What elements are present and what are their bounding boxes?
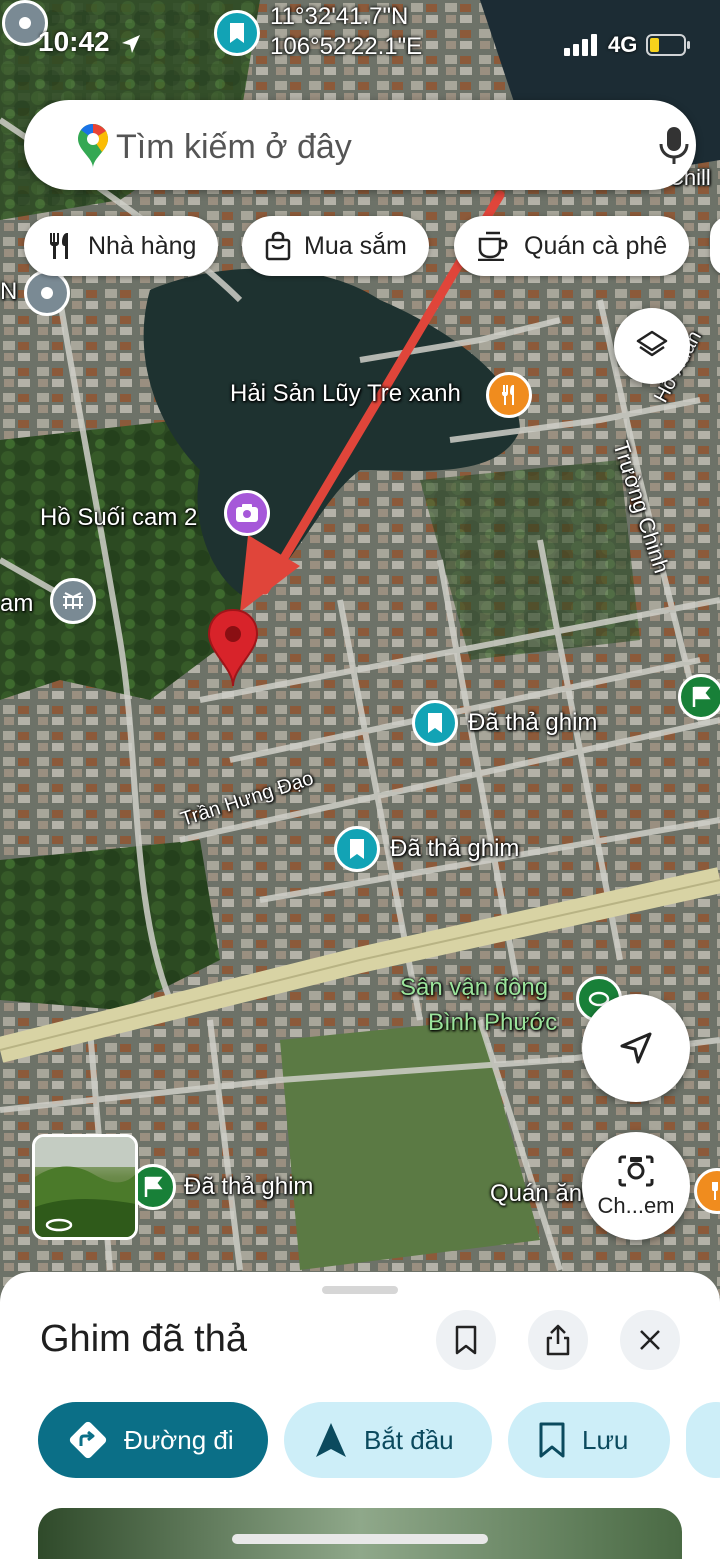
- poi-label-stadium-1[interactable]: Sân vận động: [400, 974, 548, 1002]
- my-location-button[interactable]: [582, 994, 690, 1102]
- share-button[interactable]: [528, 1310, 588, 1370]
- bookmark-icon: [455, 1325, 477, 1355]
- chip-restaurants[interactable]: Nhà hàng: [24, 216, 219, 276]
- layers-button[interactable]: [614, 308, 690, 384]
- coffee-cup-icon: [478, 231, 508, 261]
- poi-label-lake[interactable]: Hồ Suối cam 2: [40, 504, 197, 532]
- chip-label: Mua sắm: [304, 231, 407, 260]
- save-button[interactable]: [436, 1310, 496, 1370]
- chip-coffee[interactable]: Quán cà phê: [454, 216, 690, 276]
- chip-shopping[interactable]: Mua sắm: [242, 216, 429, 276]
- place-bottom-sheet[interactable]: Ghim đã thả Đường đi Bắt đầu Lưu: [0, 1272, 720, 1559]
- pin-label-1[interactable]: Đã thả ghim: [468, 709, 597, 737]
- longitude: 106°52'22.1"E: [270, 33, 423, 60]
- shopping-bag-icon: [265, 231, 291, 261]
- dropped-pin-bookmark-icon[interactable]: [334, 826, 380, 872]
- directions-icon: [69, 1421, 107, 1459]
- start-label: Bắt đầu: [364, 1424, 454, 1455]
- landmark-marker-icon[interactable]: [50, 578, 96, 624]
- bookmark-icon: [539, 1422, 565, 1458]
- share-icon: [546, 1324, 570, 1356]
- flag-marker-right-icon[interactable]: [678, 674, 720, 720]
- pin-label-2[interactable]: Đã thả ghim: [390, 835, 519, 863]
- street-view-thumbnail[interactable]: [32, 1134, 138, 1240]
- save-label: Lưu: [582, 1424, 629, 1455]
- lens-camera-button[interactable]: Ch...em: [582, 1132, 690, 1240]
- dropped-pin-icon[interactable]: [206, 608, 260, 688]
- home-indicator: [232, 1534, 488, 1544]
- search-bar[interactable]: Tìm kiếm ở đây: [24, 100, 696, 190]
- save-action-button[interactable]: Lưu: [508, 1402, 670, 1478]
- navigation-arrow-icon: [620, 1032, 652, 1064]
- poi-label-restaurant[interactable]: Hải Sản Lũy Tre xanh: [230, 380, 461, 408]
- close-button[interactable]: [620, 1310, 680, 1370]
- location-arrow-icon: [122, 35, 140, 53]
- more-actions-button[interactable]: [686, 1402, 720, 1478]
- close-icon: [640, 1330, 660, 1350]
- directions-label: Đường đi: [124, 1424, 234, 1455]
- start-button[interactable]: Bắt đầu: [284, 1402, 492, 1478]
- microphone-icon[interactable]: [656, 126, 692, 166]
- chip-label: Nhà hàng: [88, 231, 197, 260]
- navigation-arrow-icon: [316, 1423, 346, 1457]
- google-maps-logo-icon: [78, 124, 108, 168]
- layers-icon: [636, 330, 668, 357]
- dropped-pin-bookmark-icon[interactable]: [412, 700, 458, 746]
- place-marker-icon[interactable]: [24, 270, 70, 316]
- lens-label: Ch...em: [597, 1193, 675, 1218]
- search-input[interactable]: Tìm kiếm ở đây: [116, 128, 352, 167]
- chip-label: Quán cà phê: [524, 231, 668, 260]
- signal-bars-icon: [564, 34, 597, 56]
- poi-label-food[interactable]: Quán ăn: [490, 1180, 582, 1208]
- network-type: 4G: [608, 32, 638, 57]
- battery-low-icon: [646, 34, 690, 56]
- camera-lens-icon: [618, 1155, 654, 1187]
- poi-label-stadium-2[interactable]: Bình Phước: [428, 1009, 557, 1037]
- poi-label-edge: am: [0, 590, 34, 617]
- camera-attraction-icon[interactable]: [224, 490, 270, 536]
- coordinates-readout: 11°32'41.7"N 106°52'22.1"E: [270, 2, 422, 62]
- directions-button[interactable]: Đường đi: [38, 1402, 268, 1478]
- map-label-edge-n: N: [0, 278, 18, 305]
- drag-handle[interactable]: [322, 1286, 398, 1294]
- place-title: Ghim đã thả: [40, 1318, 247, 1360]
- pin-label-3[interactable]: Đã thả ghim: [184, 1173, 313, 1201]
- utensils-icon: [50, 233, 68, 259]
- latitude: 11°32'41.7"N: [270, 3, 409, 30]
- status-time: 10:42: [38, 26, 110, 57]
- restaurant-marker-icon[interactable]: [486, 372, 532, 418]
